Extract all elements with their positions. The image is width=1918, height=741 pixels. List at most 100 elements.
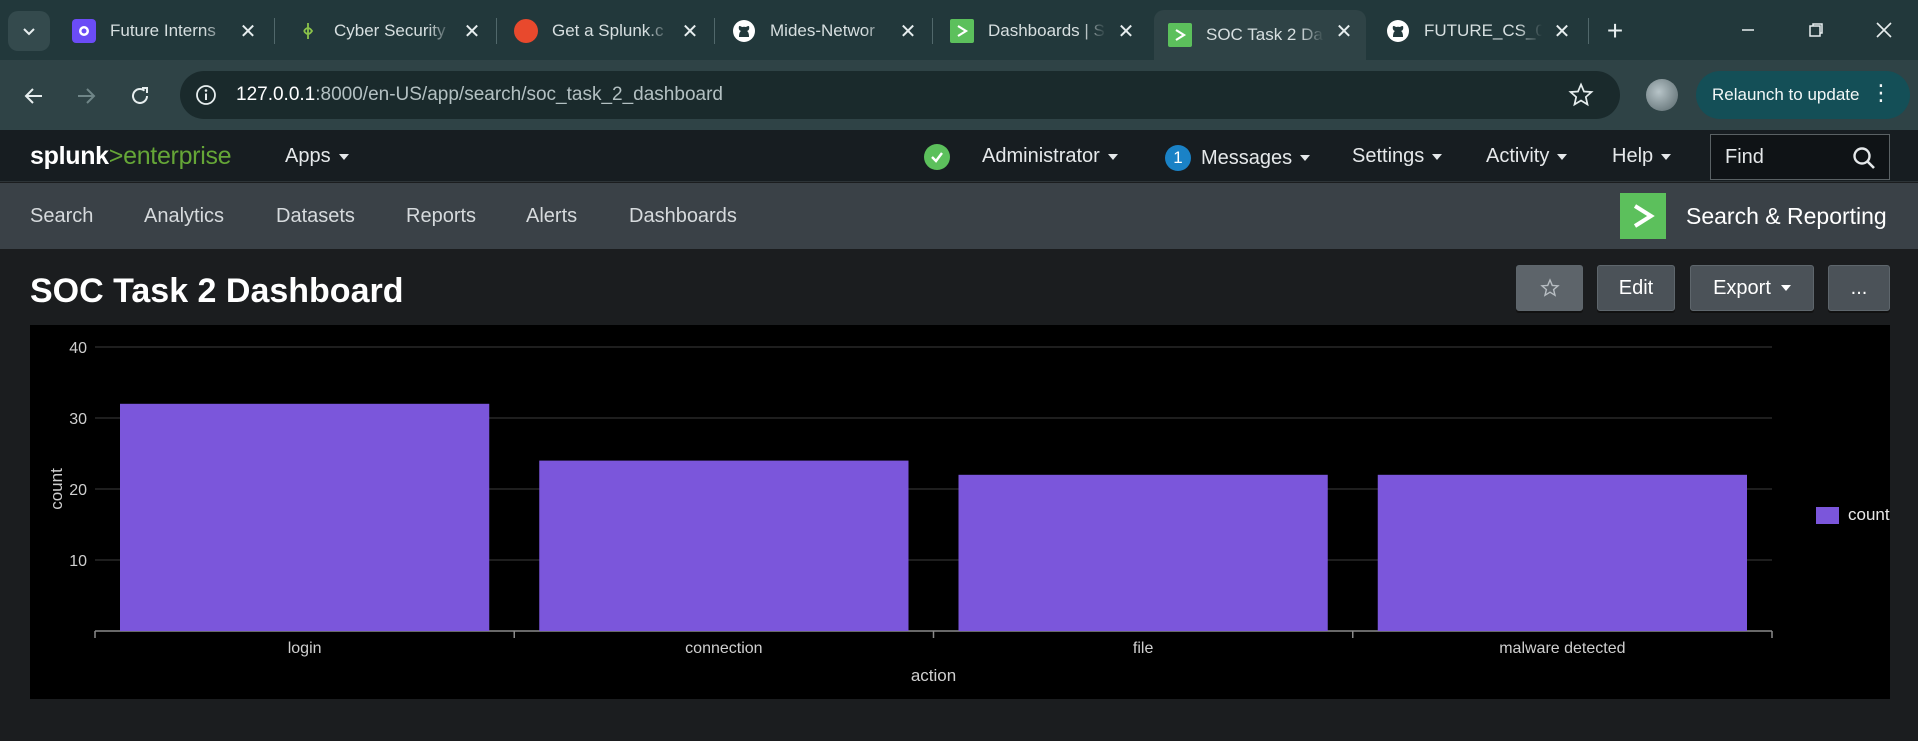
help-menu[interactable]: Help [1612, 145, 1672, 168]
help-menu-label: Help [1612, 145, 1654, 167]
splunk-app-icon [1168, 23, 1192, 47]
url-host: 127.0.0.1 [236, 84, 316, 105]
edit-button[interactable]: Edit [1597, 265, 1675, 311]
apps-menu[interactable]: Apps [285, 145, 349, 168]
github-icon [1386, 19, 1410, 43]
browser-tab[interactable]: Mides-Networ ✕ [718, 10, 930, 52]
browser-tab[interactable]: FUTURE_CS_0 ✕ [1372, 10, 1584, 52]
tab-title: SOC Task 2 Da [1206, 25, 1323, 44]
new-tab-button[interactable]: + [1598, 14, 1632, 48]
appnav-analytics[interactable]: Analytics [144, 205, 224, 228]
profile-avatar[interactable] [1646, 79, 1678, 111]
caret-down-icon [1107, 153, 1118, 160]
address-bar[interactable]: 127.0.0.1:8000/en-US/app/search/soc_task… [180, 71, 1620, 119]
y-axis-title: count [47, 468, 66, 510]
tab-separator [496, 18, 497, 44]
chevron-down-icon [23, 28, 35, 36]
close-icon[interactable]: ✕ [460, 19, 484, 43]
caret-down-icon [1432, 153, 1443, 160]
browser-tab[interactable]: Get a Splunk.c ✕ [500, 10, 712, 52]
splunk-app-icon [950, 19, 974, 43]
tab-title: FUTURE_CS_0 [1424, 21, 1542, 40]
url-path: :8000/en-US/app/search/soc_task_2_dashbo… [315, 84, 723, 105]
favorite-button[interactable] [1516, 265, 1583, 311]
bar [958, 474, 1328, 631]
splunk-logo[interactable]: splunk>enterprise [30, 142, 232, 171]
logo-brand: splunk [30, 142, 109, 170]
chart-legend[interactable]: count [1816, 505, 1890, 525]
back-button[interactable] [14, 76, 54, 116]
appnav-search[interactable]: Search [30, 205, 93, 228]
legend-swatch [1816, 506, 1839, 524]
restore-button[interactable] [1786, 10, 1846, 50]
reload-icon [132, 87, 148, 104]
close-icon[interactable]: ✕ [896, 19, 920, 43]
x-tick-label: malware detected [1499, 640, 1625, 657]
github-icon [732, 19, 756, 43]
tab-separator [1588, 18, 1589, 44]
tab-title: Dashboards | S [988, 21, 1105, 40]
export-button[interactable]: Export [1690, 265, 1814, 311]
splunk-top-bar: splunk>enterprise Apps Administrator 1 Me… [0, 130, 1918, 182]
more-actions-button[interactable]: ... [1828, 265, 1890, 311]
splunk-icon [514, 19, 538, 43]
y-tick-label: 40 [69, 340, 87, 357]
chart-panel: 10 20 30 40 login connection file malware detec… [30, 325, 1890, 699]
dashboard-title: SOC Task 2 Dashboard [30, 272, 404, 310]
close-icon[interactable]: ✕ [1332, 19, 1356, 43]
info-icon[interactable] [194, 83, 218, 107]
tab-title: Mides-Networ [770, 21, 875, 40]
browser-tab-active[interactable]: SOC Task 2 Da ✕ [1154, 10, 1366, 60]
relaunch-button[interactable]: Relaunch to update ⋮ [1696, 71, 1910, 119]
bar-chart: 10 20 30 40 login connection file malware detec… [47, 340, 1773, 685]
settings-menu[interactable]: Settings [1352, 145, 1443, 168]
browser-tab[interactable]: Dashboards | S ✕ [936, 10, 1148, 52]
find-input[interactable]: Find [1710, 134, 1890, 180]
appnav-dashboards[interactable]: Dashboards [629, 205, 737, 228]
tab-search-button[interactable] [8, 11, 50, 51]
forward-button[interactable] [66, 76, 106, 116]
search-reporting-app-icon[interactable] [1620, 193, 1666, 239]
cyber-security-icon [296, 19, 320, 43]
tab-title: Future Interns [110, 21, 216, 40]
appnav-alerts[interactable]: Alerts [526, 205, 577, 228]
search-icon[interactable] [1851, 145, 1877, 171]
caret-down-icon [1780, 285, 1791, 291]
close-icon [1876, 22, 1892, 38]
close-icon[interactable]: ✕ [678, 19, 702, 43]
arrow-right-icon [78, 88, 96, 104]
bar [539, 460, 909, 631]
health-status-icon[interactable] [924, 144, 950, 170]
tab-title: Get a Splunk.c [552, 21, 664, 40]
user-menu[interactable]: Administrator [982, 145, 1118, 168]
x-tick-label: connection [685, 640, 762, 657]
app-name[interactable]: Search & Reporting [1686, 203, 1887, 230]
star-icon [1539, 278, 1560, 297]
minimize-button[interactable] [1718, 10, 1778, 50]
close-icon[interactable]: ✕ [1114, 19, 1138, 43]
activity-menu-label: Activity [1486, 145, 1550, 167]
close-icon[interactable]: ✕ [1550, 19, 1574, 43]
user-menu-label: Administrator [982, 145, 1100, 167]
caret-down-icon [1300, 155, 1311, 161]
close-window-button[interactable] [1854, 10, 1914, 50]
close-icon[interactable]: ✕ [236, 19, 260, 43]
activity-menu[interactable]: Activity [1486, 145, 1568, 168]
y-tick-label: 30 [69, 411, 87, 428]
appnav-datasets[interactable]: Datasets [276, 205, 355, 228]
tab-title: Cyber Security [334, 21, 446, 40]
more-vert-icon: ⋮ [1870, 80, 1892, 105]
messages-menu[interactable]: 1 Messages [1165, 145, 1311, 171]
browser-tab[interactable]: Cyber Security ✕ [282, 10, 494, 52]
settings-menu-label: Settings [1352, 145, 1425, 167]
reload-button[interactable] [120, 76, 160, 116]
url-text[interactable]: 127.0.0.1:8000/en-US/app/search/soc_task… [236, 84, 723, 106]
appnav-reports[interactable]: Reports [406, 205, 476, 228]
bookmark-star-icon[interactable] [1568, 82, 1594, 108]
caret-down-icon [1661, 153, 1672, 160]
app-nav-bar: Search Analytics Datasets Reports Alerts… [0, 183, 1918, 249]
tab-separator [714, 18, 715, 44]
browser-tab[interactable]: Future Interns ✕ [58, 10, 270, 52]
bar [1377, 474, 1747, 631]
legend-label: count [1848, 505, 1890, 524]
